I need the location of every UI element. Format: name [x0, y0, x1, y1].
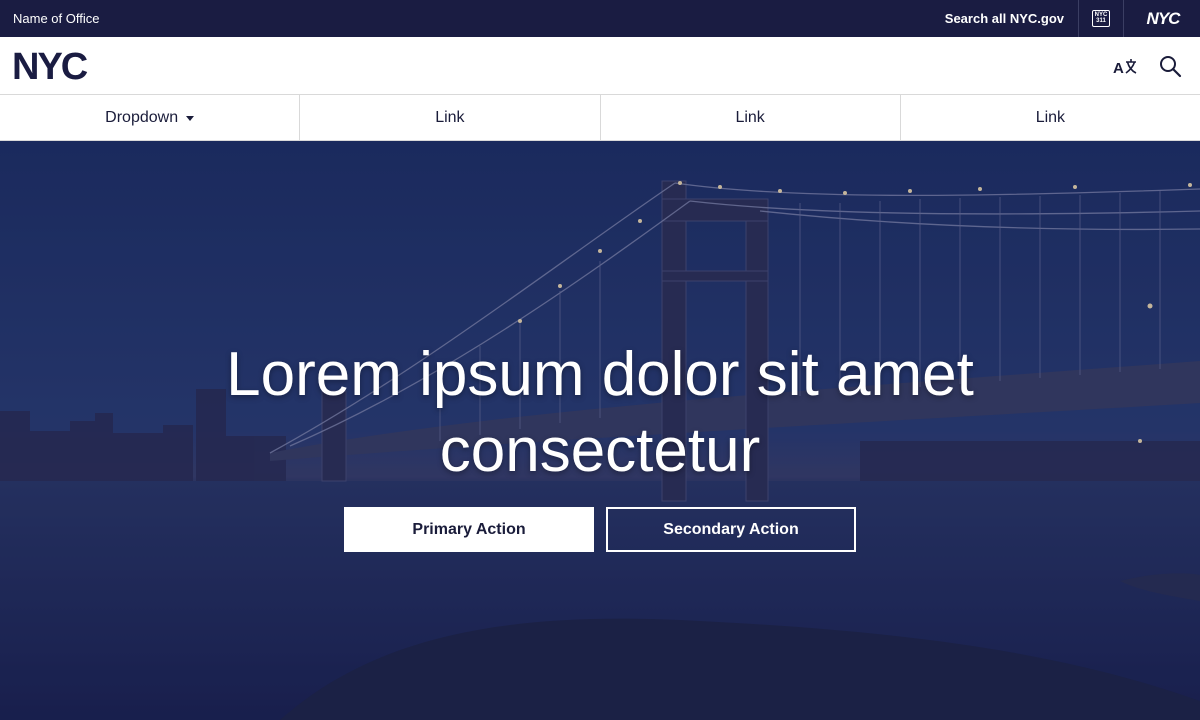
search-all-link[interactable]: Search all NYC.gov — [945, 11, 1064, 26]
nav-item-dropdown[interactable]: Dropdown — [0, 95, 301, 140]
secondary-action-button[interactable]: Secondary Action — [606, 507, 856, 552]
nav-item-label: Link — [435, 108, 465, 126]
utility-bar: Name of Office Search all NYC.gov NYC 311… — [0, 0, 1200, 37]
nav-item-label: Link — [735, 108, 765, 126]
nav-item-link[interactable]: Link — [300, 95, 601, 140]
divider — [1078, 0, 1079, 37]
nav-item-link[interactable]: Link — [901, 95, 1200, 140]
caret-down-icon — [186, 115, 195, 121]
search-icon[interactable] — [1158, 54, 1182, 78]
nav-item-link[interactable]: Link — [601, 95, 901, 140]
site-header: NYC A — [0, 37, 1200, 95]
svg-text:A: A — [1113, 60, 1124, 77]
divider — [1123, 0, 1124, 37]
hero-title: Lorem ipsum dolor sit amet consectetur — [150, 337, 1050, 489]
hero-section: Lorem ipsum dolor sit amet consectetur P… — [0, 141, 1200, 720]
nav-item-label: Link — [1035, 108, 1066, 126]
primary-action-button[interactable]: Primary Action — [344, 507, 594, 552]
main-nav: Dropdown Link Link Link — [0, 95, 1200, 141]
nyc-311-icon[interactable]: NYC 311 — [1092, 10, 1110, 27]
nyc-logo[interactable]: NYC — [12, 49, 110, 83]
nyc-logo-small[interactable]: NYC — [1140, 9, 1186, 27]
hero-title-line2: consectetur — [439, 416, 761, 485]
svg-text:NYC: NYC — [12, 49, 88, 83]
translate-icon[interactable]: A — [1112, 56, 1138, 78]
hero-title-line1: Lorem ipsum dolor sit amet — [226, 340, 974, 409]
svg-text:NYC: NYC — [1147, 9, 1182, 27]
nav-item-label: Dropdown — [105, 108, 179, 126]
office-name[interactable]: Name of Office — [13, 11, 99, 26]
